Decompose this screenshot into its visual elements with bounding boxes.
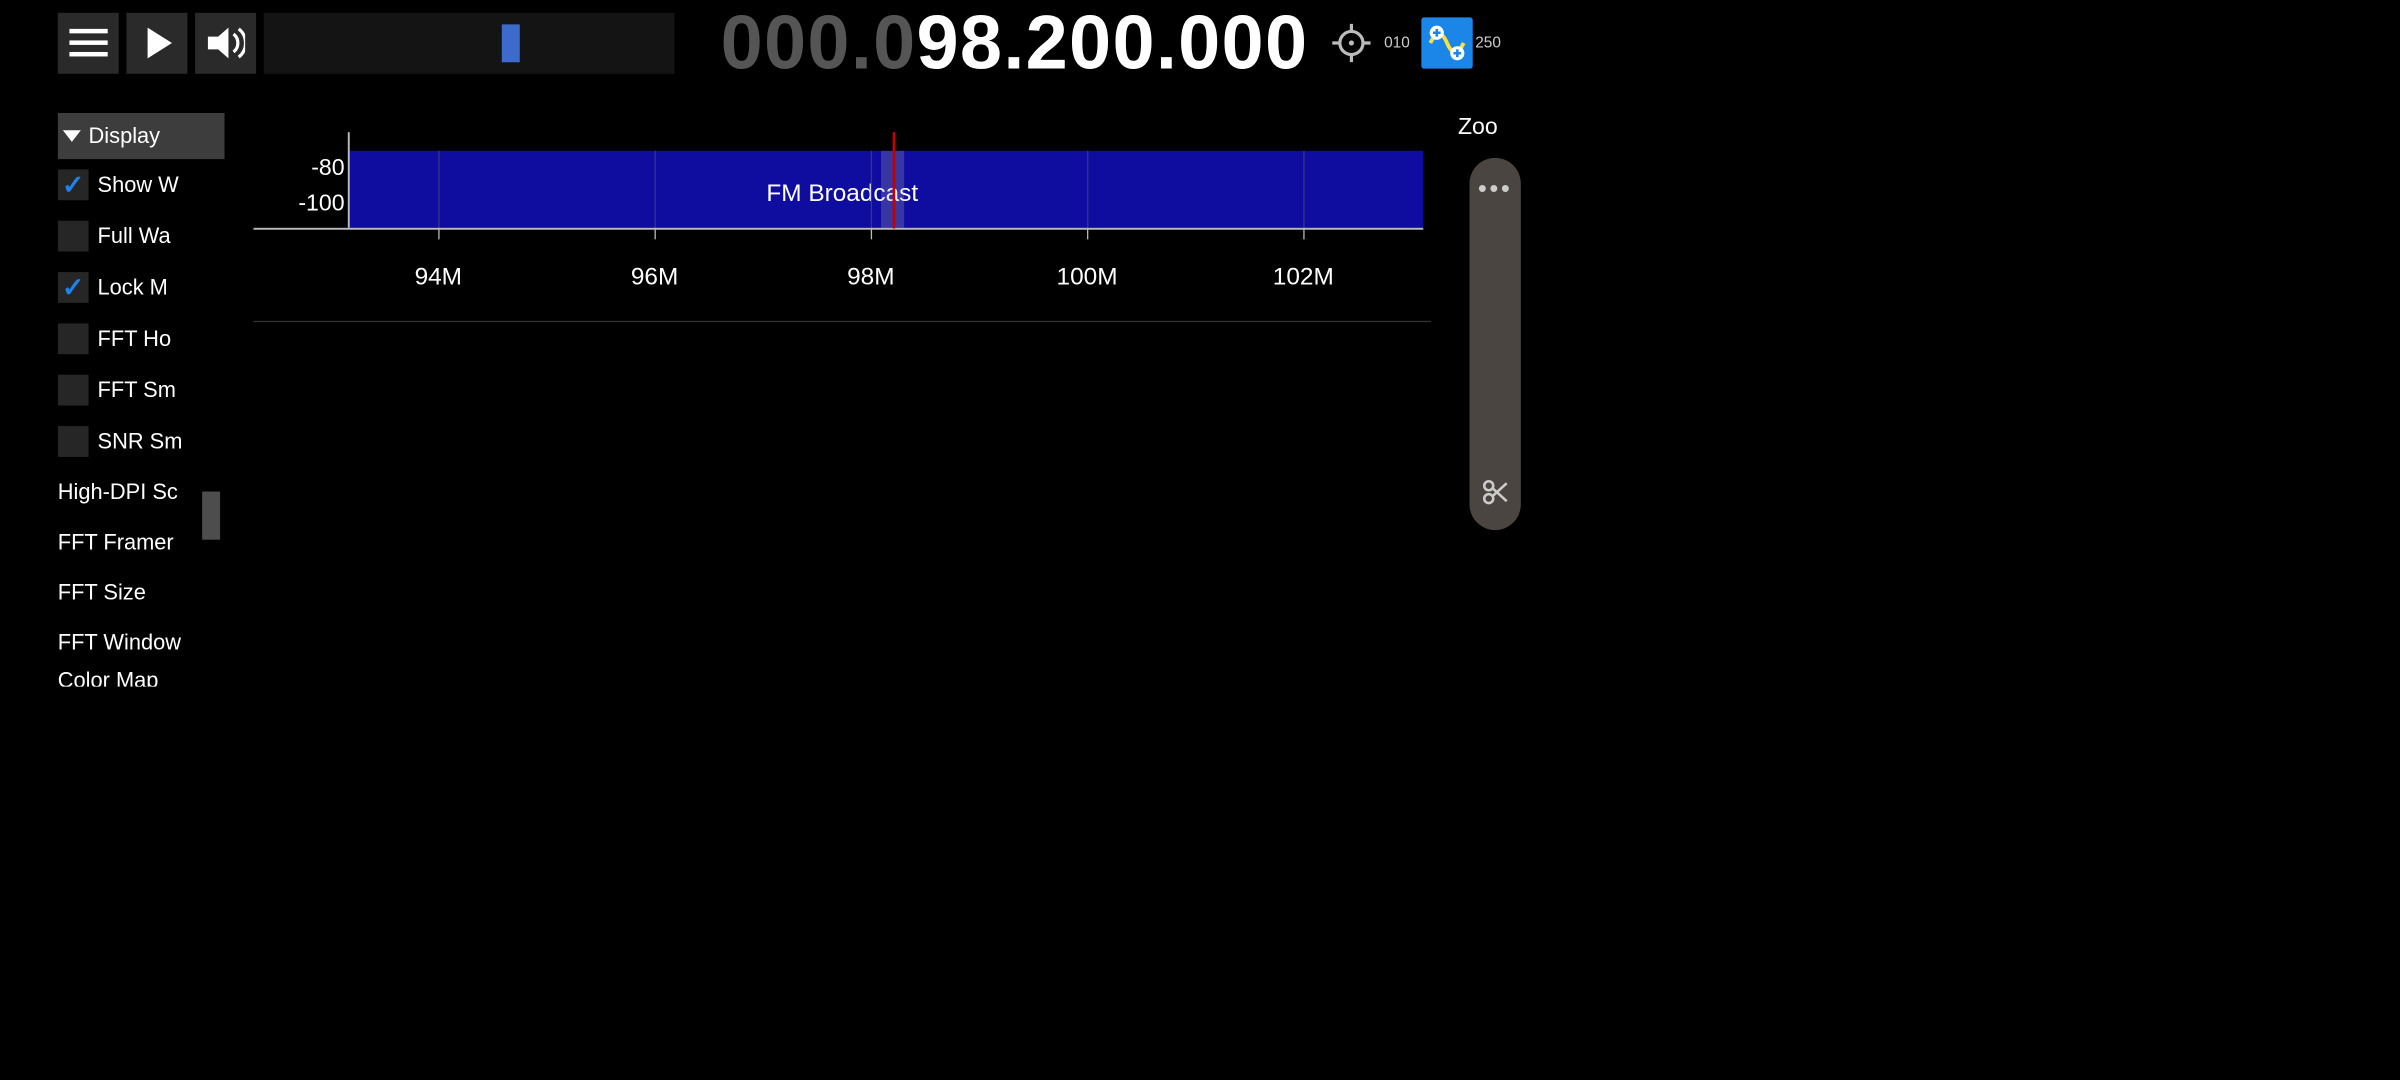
tune-plus-button[interactable] [1421,17,1472,68]
checkbox[interactable]: ✓ [58,272,89,303]
setting-color-map[interactable]: Color Map [58,667,225,686]
option-show-waterfall[interactable]: ✓ Show W [58,159,225,210]
x-tick-label: 102M [1273,263,1334,291]
y-tick-label: -100 [298,189,344,216]
menu-button[interactable] [58,13,119,74]
checkbox[interactable] [58,323,89,354]
volume-slider[interactable] [264,13,675,74]
zoom-slider[interactable]: ••• [1469,158,1520,530]
x-tick-label: 98M [847,263,894,291]
zoom-label: Zoo [1450,113,1540,140]
setting-fft-framerate[interactable]: FFT Framer [58,517,225,567]
crosshair-icon [1332,24,1371,63]
ruler-left: 010 [1384,34,1410,52]
x-tick [1087,228,1088,240]
sidebar-scrollbar[interactable] [202,492,220,540]
spectrum-chart[interactable]: FM Broadcast -80 -100 94M 96M 98M 100M 1… [253,116,1431,679]
section-title: Display [89,124,161,149]
speaker-icon [206,26,245,59]
right-column: Zoo ••• [1450,113,1540,687]
check-icon: ✓ [62,171,85,198]
option-label: FFT Sm [98,378,176,403]
band-label: FM Broadcast [253,180,1431,208]
setting-fft-size[interactable]: FFT Size [58,567,225,617]
tuned-frequency-line[interactable] [893,132,896,228]
y-axis [348,132,350,228]
x-tick [871,228,872,240]
display-section-header[interactable]: Display [58,113,225,159]
display-panel: Display ✓ Show W Full Wa ✓ Lock M FFT Ho… [58,113,225,687]
ruler-right: 250 [1475,34,1501,52]
option-label: SNR Sm [98,429,183,454]
checkbox[interactable] [58,426,89,457]
x-tick-label: 100M [1057,263,1118,291]
option-label: Full Wa [98,224,171,249]
caret-down-icon [63,130,81,142]
ruler-widget: 010 250 [1382,17,1501,68]
frequency-leading: 000.0 [721,0,917,87]
x-tick-label: 94M [415,263,462,291]
option-fft-smooth[interactable]: FFT Sm [58,364,225,415]
scissors-icon[interactable] [1481,478,1509,513]
option-label: Lock M [98,275,168,300]
y-tick-label: -80 [311,154,344,181]
option-full-waterfall[interactable]: Full Wa [58,210,225,261]
x-tick-label: 96M [631,263,678,291]
volume-handle[interactable] [502,24,520,62]
grid-line [655,151,656,228]
option-lock-m[interactable]: ✓ Lock M [58,262,225,313]
volume-button[interactable] [195,13,256,74]
waterfall-divider [253,321,1431,322]
grid-line [871,151,872,228]
wave-plus-icon [1428,24,1467,63]
frequency-display[interactable]: 000.0 98.200.000 [721,0,1309,87]
x-tick [655,228,656,240]
checkbox[interactable] [58,375,89,406]
frequency-value: 98.200.000 [917,0,1309,87]
x-axis [253,228,1423,230]
setting-fft-window[interactable]: FFT Window [58,617,225,667]
play-button[interactable] [126,13,187,74]
x-tick [438,228,439,240]
more-icon[interactable]: ••• [1478,175,1513,204]
grid-line [438,151,439,228]
check-icon: ✓ [62,274,85,301]
center-tune-button[interactable] [1329,21,1374,66]
checkbox[interactable]: ✓ [58,169,89,200]
option-label: FFT Ho [98,326,172,351]
top-toolbar: 000.0 98.200.000 010 250 [0,0,1540,90]
grid-line [1303,151,1304,228]
hamburger-icon [69,28,108,59]
option-fft-hold[interactable]: FFT Ho [58,313,225,364]
checkbox[interactable] [58,221,89,252]
x-tick [1303,228,1304,240]
setting-high-dpi[interactable]: High-DPI Sc [58,467,225,517]
option-snr-smooth[interactable]: SNR Sm [58,416,225,467]
option-label: Show W [98,172,179,197]
grid-line [1087,151,1088,228]
play-icon [147,28,171,59]
